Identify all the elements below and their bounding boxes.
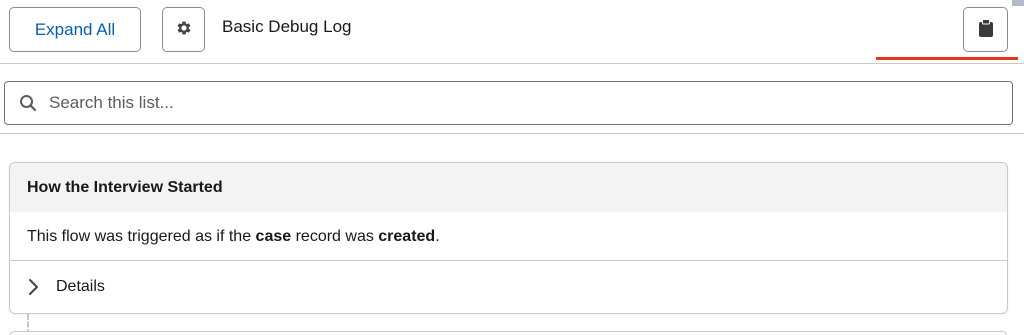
search-icon bbox=[19, 94, 37, 117]
copy-to-clipboard-button[interactable] bbox=[963, 7, 1008, 52]
object-name: case bbox=[255, 228, 292, 245]
interview-start-card: How the Interview Started This flow was … bbox=[9, 162, 1008, 314]
toolbar: Expand All Basic Debug Log bbox=[0, 0, 1024, 64]
debug-log-title: Basic Debug Log bbox=[222, 17, 352, 36]
search-input[interactable] bbox=[49, 88, 989, 118]
active-indicator bbox=[876, 57, 1018, 60]
settings-button[interactable] bbox=[162, 7, 205, 52]
expand-all-button[interactable]: Expand All bbox=[9, 7, 141, 52]
details-label: Details bbox=[56, 278, 105, 295]
chevron-right-icon bbox=[28, 278, 40, 296]
debug-log-panel: Expand All Basic Debug Log Search this l… bbox=[0, 0, 1024, 335]
gear-icon bbox=[175, 19, 193, 40]
description-period: . bbox=[435, 228, 440, 245]
trigger-type: created bbox=[378, 228, 436, 245]
next-card bbox=[9, 331, 1008, 335]
search-box[interactable] bbox=[4, 81, 1013, 125]
card-title: How the Interview Started bbox=[10, 163, 1007, 212]
details-toggle[interactable]: Details bbox=[10, 261, 1007, 313]
search-bar bbox=[0, 65, 1024, 134]
scrollbar-edge bbox=[1012, 0, 1024, 6]
description-text-middle: record was bbox=[291, 228, 379, 245]
clipboard-icon bbox=[978, 19, 994, 40]
description-text: This flow was triggered as if the bbox=[27, 228, 256, 245]
card-description: This flow was triggered as if the case r… bbox=[10, 212, 1007, 261]
